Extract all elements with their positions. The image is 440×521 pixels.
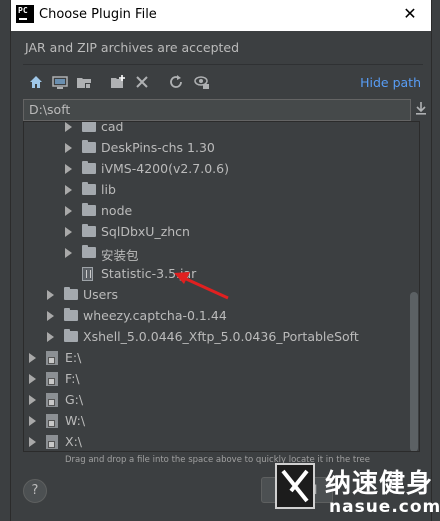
tree-item-label: SqlDbxU_zhcn: [101, 224, 190, 239]
watermark-domain-text: nasue.com: [329, 497, 440, 517]
expand-arrow-icon[interactable]: [47, 290, 54, 300]
tree-item-label: cad: [101, 121, 124, 134]
tree-item-label: W:\: [65, 413, 86, 428]
drive-icon: [46, 372, 58, 386]
desktop-icon[interactable]: [51, 73, 69, 91]
close-button[interactable]: ✕: [401, 5, 419, 23]
tree-item-label: Users: [83, 287, 119, 302]
expand-arrow-icon[interactable]: [65, 143, 72, 153]
folder-icon: [82, 245, 96, 258]
tree-item-label: E:\: [65, 350, 82, 365]
tree-item-label: node: [101, 203, 133, 218]
tree-item-label: lib: [101, 182, 116, 197]
background-window: [432, 0, 440, 521]
folder-icon: [82, 140, 96, 153]
tree-item-label: G:\: [65, 392, 84, 407]
show-hidden-icon[interactable]: [193, 73, 211, 91]
help-button[interactable]: ?: [23, 479, 47, 503]
dialog-description: JAR and ZIP archives are accepted: [25, 40, 240, 55]
expand-arrow-icon[interactable]: [29, 374, 36, 384]
home-icon[interactable]: [27, 73, 45, 91]
delete-icon[interactable]: [133, 73, 151, 91]
hide-path-link[interactable]: Hide path: [360, 75, 421, 90]
path-field[interactable]: D:\soft: [23, 99, 411, 121]
folder-icon: [82, 161, 96, 174]
download-icon[interactable]: [415, 101, 427, 117]
project-icon[interactable]: [75, 73, 93, 91]
tree-item-label: X:\: [65, 434, 82, 449]
folder-icon: [82, 224, 96, 237]
expand-arrow-icon[interactable]: [29, 395, 36, 405]
choose-plugin-dialog: PC Choose Plugin File ✕ JAR and ZIP arch…: [10, 0, 432, 521]
folder-icon: [64, 308, 78, 321]
expand-arrow-icon[interactable]: [65, 248, 72, 258]
path-input-value: D:\soft: [29, 102, 71, 117]
expand-arrow-icon[interactable]: [29, 437, 36, 447]
tree-item-label: wheezy.captcha-0.1.44: [83, 308, 227, 323]
expand-arrow-icon[interactable]: [65, 122, 72, 132]
expand-arrow-icon[interactable]: [29, 353, 36, 363]
drive-icon: [46, 435, 58, 449]
tree-item-label: 安装包: [101, 248, 139, 263]
drive-icon: [46, 393, 58, 407]
watermark-chinese-text: 纳速健身: [325, 469, 434, 499]
annotation-arrow-icon: [174, 272, 229, 300]
tree-item-label: F:\: [65, 371, 80, 386]
expand-arrow-icon[interactable]: [65, 164, 72, 174]
window-title: Choose Plugin File: [39, 7, 157, 22]
new-folder-icon[interactable]: [109, 73, 127, 91]
folder-icon: [64, 329, 78, 342]
tree-item-label: DeskPins-chs 1.30: [101, 140, 215, 155]
tree-scrollbar[interactable]: [410, 292, 418, 451]
tree-item-label: iVMS-4200(v2.7.0.6): [101, 161, 229, 176]
expand-arrow-icon[interactable]: [65, 227, 72, 237]
pycharm-app-icon: PC: [16, 5, 34, 23]
folder-icon: [82, 203, 96, 216]
title-bar: PC Choose Plugin File ✕: [11, 0, 431, 31]
file-toolbar: Hide path: [23, 64, 423, 98]
folder-icon: [82, 182, 96, 195]
expand-arrow-icon[interactable]: [65, 206, 72, 216]
refresh-icon[interactable]: [167, 73, 185, 91]
watermark-logo: 纳速健身 nasue.com: [267, 459, 440, 521]
expand-arrow-icon[interactable]: [29, 416, 36, 426]
drive-icon: [46, 414, 58, 428]
watermark-emblem-icon: [275, 463, 315, 509]
tree-item-label: Xshell_5.0.0446_Xftp_5.0.0436_PortableSo…: [83, 329, 359, 344]
folder-icon: [82, 122, 96, 132]
expand-arrow-icon[interactable]: [47, 332, 54, 342]
expand-arrow-icon[interactable]: [47, 311, 54, 321]
drive-icon: [46, 351, 58, 365]
expand-arrow-icon[interactable]: [65, 185, 72, 195]
jar-file-icon: [82, 267, 93, 281]
folder-icon: [64, 287, 78, 300]
